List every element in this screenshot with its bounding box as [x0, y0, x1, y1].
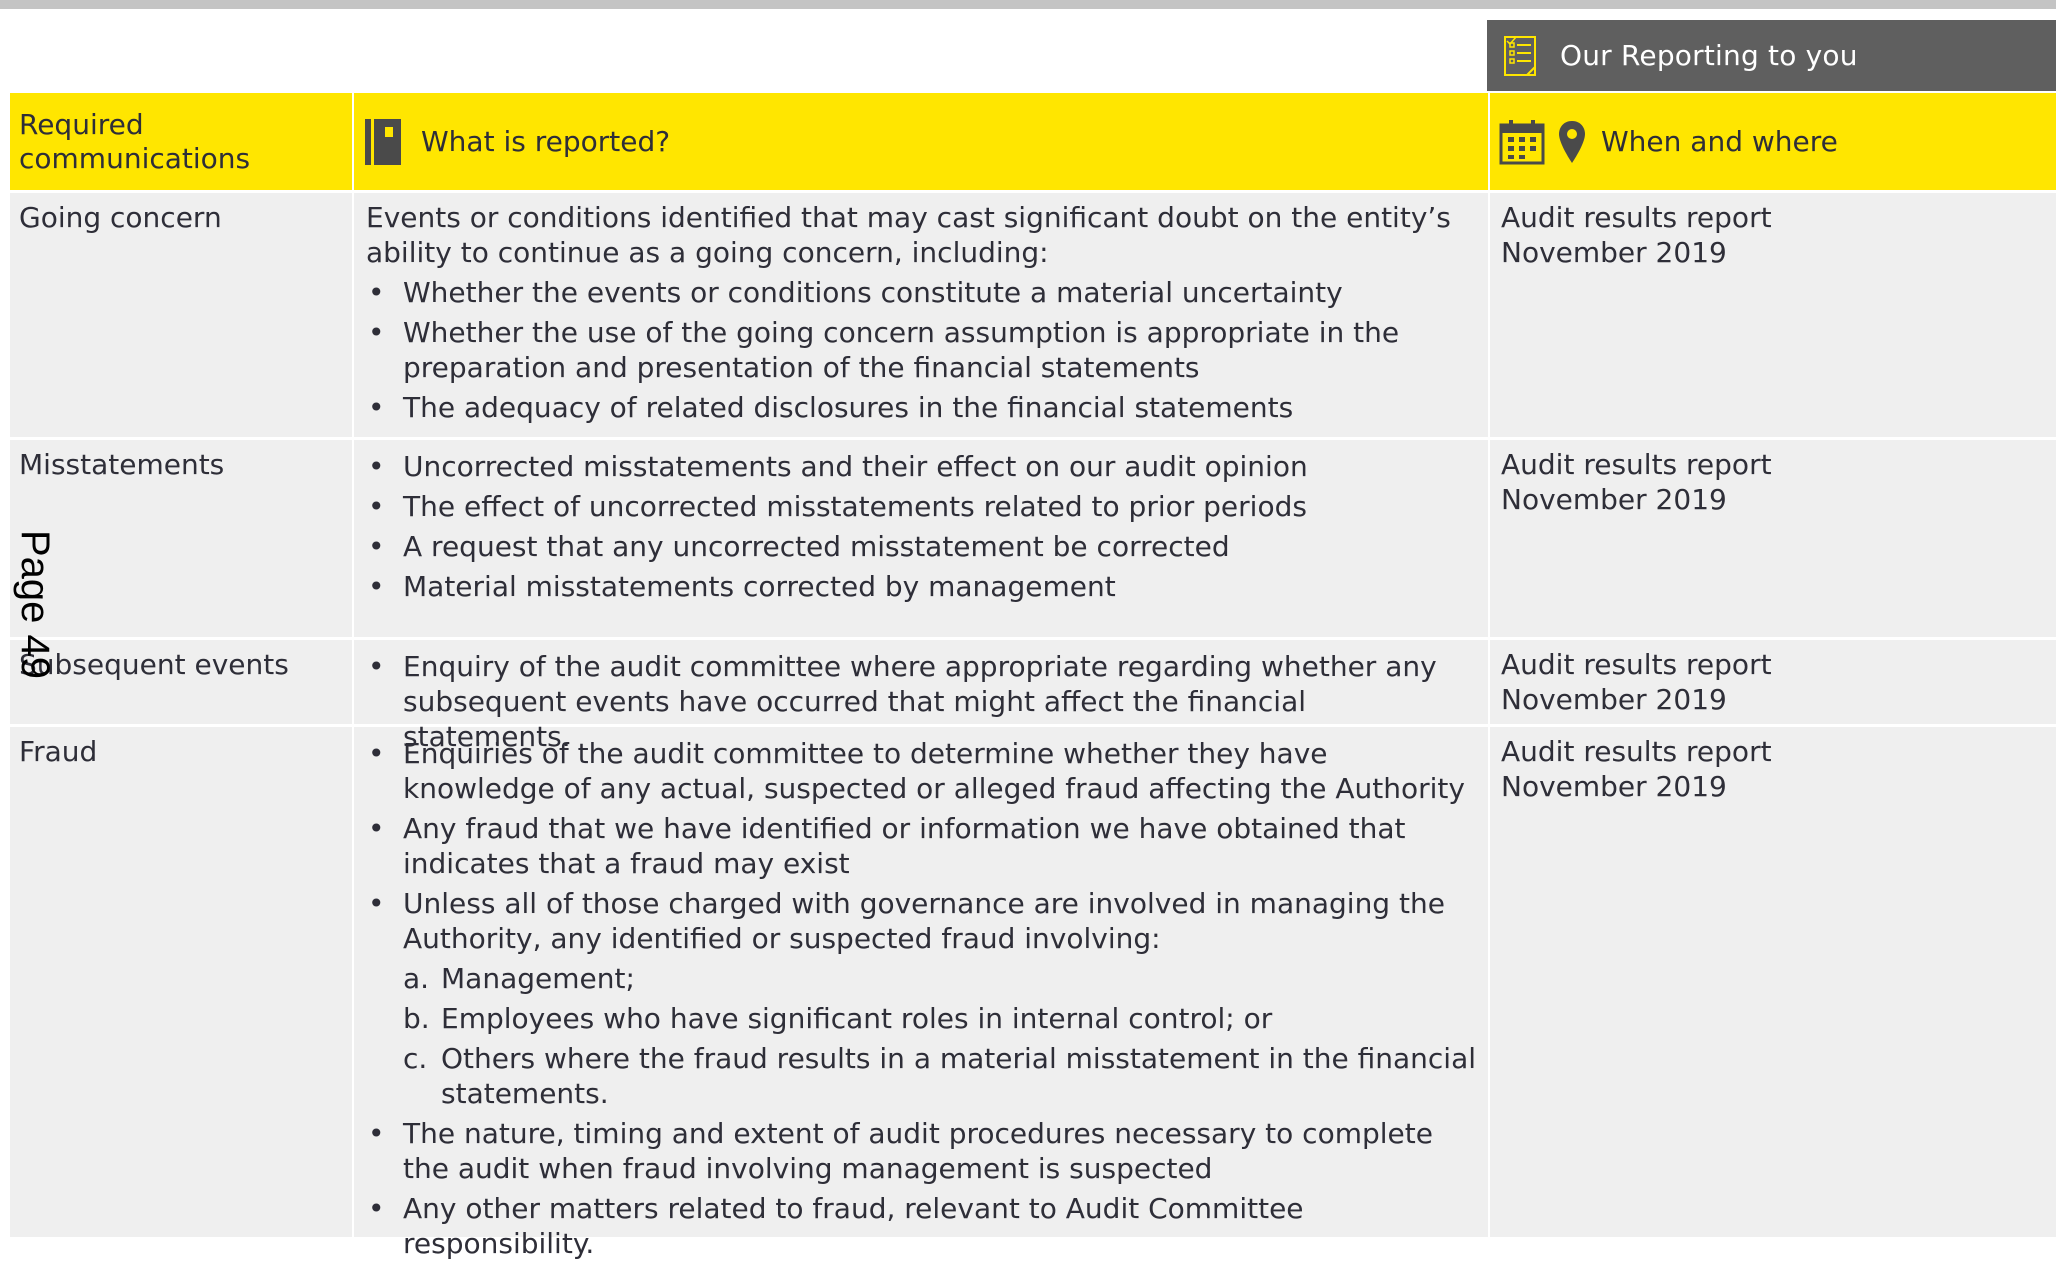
row-subsequent-events-details: Enquiry of the audit committee where app…	[354, 640, 1488, 753]
reporting-banner: Our Reporting to you	[1487, 20, 2056, 91]
sub-marker: b.	[403, 1002, 430, 1035]
when-date: November 2019	[1501, 483, 1727, 516]
row-going-concern-details: Events or conditions identified that may…	[354, 193, 1488, 437]
header-required-communications: Required communications	[10, 93, 352, 190]
list-item: The effect of uncorrected misstatements …	[366, 489, 1479, 524]
calendar-icon	[1499, 119, 1545, 165]
sub-text: Others where the fraud results in a mate…	[441, 1042, 1477, 1110]
list-item-text: Unless all of those charged with governa…	[403, 887, 1445, 955]
bullet-list: Uncorrected misstatements and their effe…	[366, 449, 1479, 604]
sub-text: Management;	[441, 962, 635, 995]
row-misstatements-when: Audit results report November 2019	[1490, 440, 2056, 637]
row-subsequent-events-label: Subsequent events	[10, 640, 352, 724]
list-item: Material misstatements corrected by mana…	[366, 569, 1479, 604]
communications-table: Required communications What is reported…	[10, 93, 2056, 1260]
when-date: November 2019	[1501, 236, 1727, 269]
list-item: The adequacy of related disclosures in t…	[366, 390, 1479, 425]
header-col2-label: What is reported?	[421, 124, 671, 158]
sub-item: a. Management;	[403, 961, 1479, 996]
row-label: Subsequent events	[19, 648, 289, 681]
list-item: Any fraud that we have identified or inf…	[366, 811, 1479, 881]
page-number: Page 49	[13, 530, 57, 680]
row-label: Fraud	[19, 735, 98, 768]
row-fraud-when: Audit results report November 2019	[1490, 727, 2056, 1237]
when-report: Audit results report	[1501, 448, 1772, 481]
top-rule	[0, 0, 2056, 9]
header-col3-label: When and where	[1601, 124, 1838, 158]
sub-item: c. Others where the fraud results in a ma…	[403, 1041, 1479, 1111]
list-item: Whether the use of the going concern ass…	[366, 315, 1479, 385]
sub-marker: c.	[403, 1042, 428, 1075]
row-intro: Events or conditions identified that may…	[366, 201, 1451, 269]
list-item: Any other matters related to fraud, rele…	[366, 1191, 1479, 1261]
header-col1-label: Required communications	[19, 107, 251, 175]
list-item: Enquiries of the audit committee to dete…	[366, 736, 1479, 806]
row-label: Misstatements	[19, 448, 225, 481]
list-item: Uncorrected misstatements and their effe…	[366, 449, 1479, 484]
banner-title: Our Reporting to you	[1560, 39, 1858, 72]
location-pin-icon	[1557, 119, 1587, 165]
row-misstatements-label: Misstatements	[10, 440, 352, 637]
row-misstatements-details: Uncorrected misstatements and their effe…	[354, 440, 1488, 637]
bullet-list: Whether the events or conditions constit…	[366, 275, 1479, 425]
sub-item: b. Employees who have significant roles i…	[403, 1001, 1479, 1036]
header-when-and-where: When and where	[1490, 93, 2056, 190]
row-fraud-label: Fraud	[10, 727, 352, 1237]
row-fraud-details: Enquiries of the audit committee to dete…	[354, 727, 1488, 1260]
sub-marker: a.	[403, 962, 430, 995]
row-going-concern-label: Going concern	[10, 193, 352, 437]
row-label: Going concern	[19, 201, 222, 234]
when-date: November 2019	[1501, 770, 1727, 803]
list-item: Whether the events or conditions constit…	[366, 275, 1479, 310]
sub-text: Employees who have significant roles in …	[441, 1002, 1273, 1035]
bullet-list: Enquiries of the audit committee to dete…	[366, 736, 1479, 1261]
sub-list: a. Management; b. Employees who have signi…	[403, 961, 1479, 1111]
when-report: Audit results report	[1501, 735, 1772, 768]
header-what-is-reported: What is reported?	[354, 93, 1488, 190]
when-date: November 2019	[1501, 683, 1727, 716]
checklist-icon	[1501, 34, 1541, 78]
row-going-concern-when: Audit results report November 2019	[1490, 193, 2056, 437]
notebook-icon	[363, 117, 403, 167]
list-item: Unless all of those charged with governa…	[366, 886, 1479, 1111]
row-subsequent-events-when: Audit results report November 2019	[1490, 640, 2056, 724]
list-item: The nature, timing and extent of audit p…	[366, 1116, 1479, 1186]
when-report: Audit results report	[1501, 648, 1772, 681]
when-report: Audit results report	[1501, 201, 1772, 234]
list-item: A request that any uncorrected misstatem…	[366, 529, 1479, 564]
